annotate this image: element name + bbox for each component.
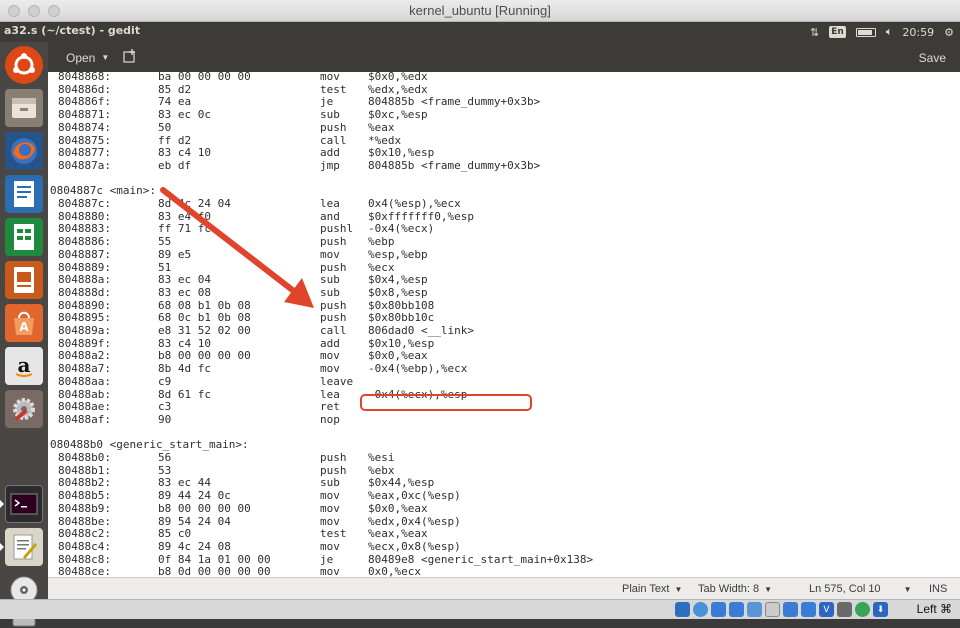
calc-icon[interactable] [5,218,43,256]
gedit-headerbar: Open ▼ Save [48,42,960,72]
indicator-area: ⇅ En 🔈︎ 20:59 ⚙ [810,22,954,42]
terminal-icon[interactable] [5,485,43,523]
save-button[interactable]: Save [915,47,950,68]
volume-icon[interactable]: 🔈︎ [886,25,893,39]
hard-disk-icon[interactable] [675,602,690,617]
clock[interactable]: 20:59 [902,26,934,39]
vt-x-icon[interactable]: V [819,602,834,617]
files-icon[interactable] [5,89,43,127]
battery-icon[interactable] [855,27,876,37]
vm-window-titlebar: kernel_ubuntu [Running] [0,0,960,22]
guest-additions-icon[interactable] [837,602,852,617]
network-arrows-icon[interactable]: ⇅ [810,26,819,39]
impress-icon[interactable] [5,261,43,299]
chevron-down-icon: ▼ [101,53,110,62]
tab-width-label: Tab Width: 8 [698,583,760,595]
cursor-position-selector[interactable]: Ln 575, Col 10 ▼ [809,583,911,595]
arrow-annotation [160,187,314,308]
ubuntu-dash-icon[interactable] [5,46,43,84]
display-icon[interactable] [783,602,798,617]
chevron-down-icon: ▼ [674,584,683,594]
status-bar: Plain Text ▼ Tab Width: 8 ▼ Ln 575, Col … [48,577,960,599]
active-window-title: a32.s (~/ctest) - gedit [4,24,141,37]
chevron-down-icon: ▼ [764,584,773,594]
ubuntu-top-panel: a32.s (~/ctest) - gedit ⇅ En 🔈︎ 20:59 ⚙ [0,22,960,42]
insert-mode-indicator: INS [929,583,948,595]
vm-device-icons: V ⬇ [675,602,888,617]
audio-icon[interactable] [711,602,726,617]
host-key-indicator: Left ⌘ [916,602,952,616]
launcher: A a [0,42,48,627]
gear-icon[interactable]: ⚙ [944,26,954,39]
vm-window-title: kernel_ubuntu [Running] [409,3,551,18]
new-tab-button[interactable] [121,47,139,65]
usb-icon[interactable] [747,602,762,617]
firefox-icon[interactable] [5,132,43,170]
amazon-icon[interactable]: a [5,347,43,385]
shared-folders-icon[interactable] [765,602,780,617]
optical-drive-icon[interactable] [693,602,708,617]
arrow-head [284,278,314,308]
software-center-icon[interactable]: A [5,304,43,342]
arrow-shaft [160,187,298,295]
text-editor-running-indicator [0,543,4,551]
open-button[interactable]: Open ▼ [58,47,117,68]
keyboard-capture-icon[interactable]: ⬇ [873,602,888,617]
mouse-integration-icon[interactable] [855,602,870,617]
cursor-position-label: Ln 575, Col 10 [809,583,881,595]
open-button-label: Open [66,50,96,65]
network-icon[interactable] [729,602,744,617]
terminal-running-indicator [0,500,4,508]
settings-icon[interactable] [5,390,43,428]
syntax-language-selector[interactable]: Plain Text ▼ [622,583,682,595]
keyboard-layout-indicator[interactable]: En [829,26,846,38]
chevron-down-icon: ▼ [903,584,912,594]
virtualbox-status-bar: V ⬇ Left ⌘ [0,599,960,619]
text-editor-area[interactable]: 8048868: ba 00 00 00 00 mov $0x0,%edx 804886… [48,72,960,577]
new-document-icon [123,49,135,63]
tab-width-selector[interactable]: Tab Width: 8 ▼ [698,583,772,595]
syntax-language-label: Plain Text [622,583,670,595]
video-capture-icon[interactable] [801,602,816,617]
svg-text:A: A [19,320,29,334]
svg-text:a: a [18,353,31,377]
text-editor-icon[interactable] [5,528,43,566]
writer-icon[interactable] [5,175,43,213]
